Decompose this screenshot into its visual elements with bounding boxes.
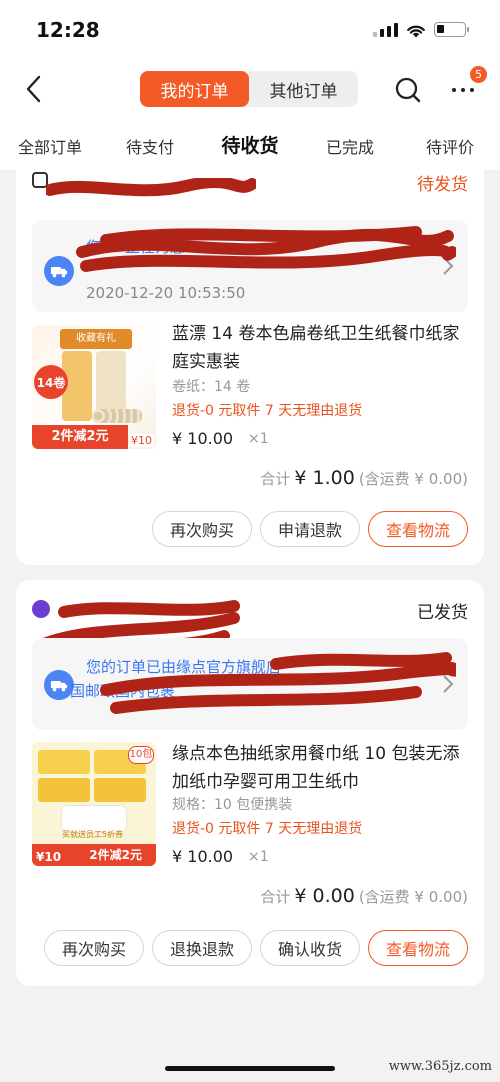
- order-total: 合计 ¥ 1.00 (含运费 ¥ 0.00): [260, 467, 468, 489]
- return-policy: 退货-0 元取件 7 天无理由退货: [172, 821, 363, 837]
- watermark-text: www.365jz.com: [388, 1059, 492, 1074]
- order-card: 已发货 您的订单已由缘点官方旗舰店 国邮政国内包裹 10包 买就送员工5折券 2…: [16, 580, 484, 986]
- status-time: 12:28: [36, 18, 100, 42]
- order-status: 待发货: [417, 175, 468, 195]
- total-amount: ¥ 1.00: [294, 467, 355, 489]
- product-price: ¥ 10.00: [172, 847, 234, 866]
- request-refund-button[interactable]: 申请退款: [260, 511, 360, 547]
- shipping-note: (含运费 ¥ 0.00): [358, 470, 468, 488]
- product-quantity: ×1: [248, 431, 269, 447]
- thumb-price: ¥10: [129, 434, 154, 447]
- product-quantity: ×1: [248, 849, 269, 865]
- product-title[interactable]: 蓝漂 14 卷本色扁卷纸卫生纸餐巾纸家庭实惠装: [172, 320, 468, 376]
- thumb-promo: 2件减2元: [32, 425, 128, 449]
- thumb-pack-count: 10包: [128, 746, 154, 764]
- back-arrow-icon[interactable]: [22, 74, 46, 104]
- shop-header[interactable]: 已发货: [32, 590, 468, 630]
- logistics-message: 您 ... 正在为您: [86, 238, 185, 256]
- truck-icon: [44, 256, 74, 286]
- return-refund-button[interactable]: 退换退款: [152, 930, 252, 966]
- logistics-box[interactable]: 您的订单已由缘点官方旗舰店 国邮政国内包裹: [32, 638, 468, 730]
- more-dots-icon: [452, 88, 474, 92]
- status-icons: [373, 22, 469, 37]
- total-label: 合计: [260, 470, 291, 488]
- nav-bar: 我的订单 其他订单 5: [0, 60, 500, 120]
- thumb-collect-tag: 收藏有礼: [60, 329, 132, 349]
- order-type-switch: 我的订单 其他订单: [140, 71, 358, 107]
- order-status: 已发货: [417, 603, 468, 623]
- order-card: 待发货 您 ... 正在为您 2020-12-20 10:53:50 收藏有礼 …: [16, 160, 484, 565]
- product-spec: 规格：10 包便携装: [172, 797, 293, 813]
- more-menu-button[interactable]: 5: [452, 66, 487, 102]
- segment-other-orders[interactable]: 其他订单: [249, 71, 358, 107]
- logistics-message-line2: 国邮政国内包裹: [70, 682, 176, 700]
- order-total: 合计 ¥ 0.00 (含运费 ¥ 0.00): [260, 885, 468, 907]
- chevron-right-icon: [443, 675, 454, 693]
- product-title[interactable]: 缘点本色抽纸家用餐巾纸 10 包装无添加纸巾孕婴可用卫生纸巾: [172, 740, 468, 796]
- shop-logo-icon: [32, 600, 50, 618]
- total-amount: ¥ 0.00: [294, 885, 355, 907]
- product-spec: 卷纸：14 卷: [172, 379, 251, 395]
- product-image[interactable]: 收藏有礼 14卷 2件减2元 ¥10: [32, 325, 156, 449]
- product-image[interactable]: 10包 买就送员工5折券 2件减2元 ¥10: [32, 742, 156, 866]
- product-price: ¥ 10.00: [172, 429, 234, 448]
- logistics-box[interactable]: 您 ... 正在为您 2020-12-20 10:53:50: [32, 220, 468, 312]
- view-logistics-button[interactable]: 查看物流: [368, 511, 468, 547]
- chevron-right-icon: [443, 257, 454, 275]
- confirm-receipt-button[interactable]: 确认收货: [260, 930, 360, 966]
- thumb-price: ¥10: [36, 850, 62, 864]
- segment-my-orders[interactable]: 我的订单: [140, 71, 249, 107]
- shipping-note: (含运费 ¥ 0.00): [358, 888, 468, 906]
- status-bar: 12:28: [0, 0, 500, 60]
- notification-badge: 5: [470, 66, 487, 83]
- buy-again-button[interactable]: 再次购买: [152, 511, 252, 547]
- logistics-message: 您的订单已由缘点官方旗舰店: [86, 658, 282, 676]
- thumb-roll-count: 14卷: [34, 365, 68, 399]
- thumb-coupon-note: 买就送员工5折券: [62, 830, 124, 839]
- search-icon[interactable]: [394, 76, 422, 104]
- buy-again-button[interactable]: 再次购买: [44, 930, 144, 966]
- logistics-time: 2020-12-20 10:53:50: [86, 284, 246, 302]
- shop-icon: [32, 172, 48, 188]
- view-logistics-button[interactable]: 查看物流: [368, 930, 468, 966]
- total-label: 合计: [260, 888, 291, 906]
- wifi-icon: [406, 23, 426, 37]
- return-policy: 退货-0 元取件 7 天无理由退货: [172, 403, 363, 419]
- battery-icon: [434, 22, 469, 37]
- signal-icon: [373, 22, 398, 37]
- home-indicator[interactable]: [165, 1066, 335, 1071]
- shop-header[interactable]: 待发货: [32, 160, 468, 200]
